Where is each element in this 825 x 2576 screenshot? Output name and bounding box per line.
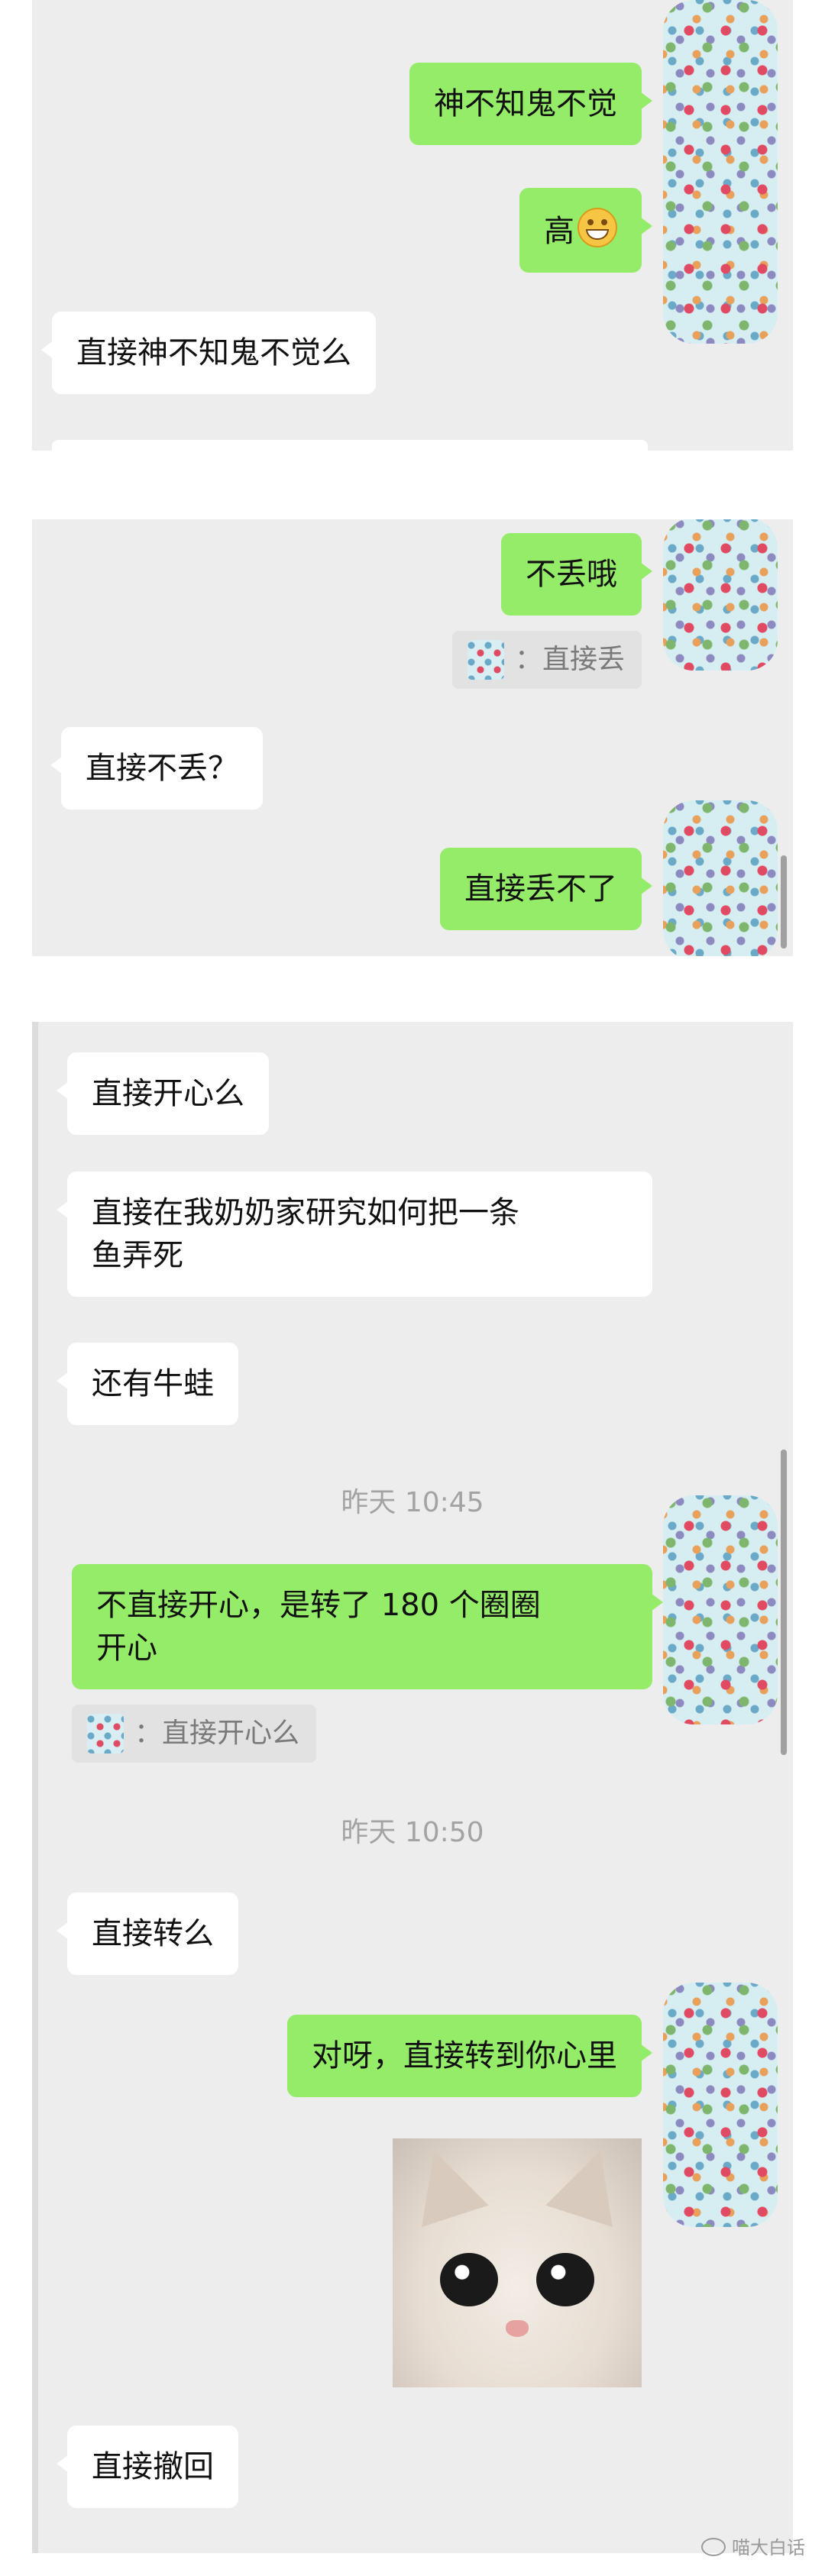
my-avatar[interactable] bbox=[663, 800, 778, 956]
their-message[interactable]: 直接神不知鬼不觉么 bbox=[41, 312, 376, 394]
message-text: 直接转么 bbox=[92, 1916, 214, 1951]
cat-nose bbox=[506, 2320, 529, 2337]
cat-ear bbox=[545, 2139, 634, 2228]
chat-panel-1: 神不知鬼不觉 高 直接神不知鬼不觉么 bbox=[32, 0, 793, 451]
my-message[interactable]: 直接丢不了 bbox=[440, 848, 652, 930]
scrollbar[interactable] bbox=[781, 855, 787, 949]
cat-eye bbox=[536, 2253, 594, 2306]
message-text: 高 bbox=[544, 214, 574, 249]
message-text: 还有牛蛙 bbox=[92, 1366, 214, 1401]
message-text: 直接神不知鬼不觉么 bbox=[76, 335, 351, 370]
my-message[interactable]: 神不知鬼不觉 bbox=[409, 63, 652, 145]
my-avatar[interactable] bbox=[663, 0, 778, 344]
watermark-text: 喵大白话 bbox=[732, 2537, 805, 2558]
scrollbar[interactable] bbox=[781, 1450, 787, 1755]
my-message[interactable]: 不丢哦 bbox=[501, 533, 652, 616]
message-text: 直接不丢？ bbox=[86, 751, 238, 786]
their-message[interactable]: 直接转么 bbox=[57, 1892, 238, 1975]
my-avatar[interactable] bbox=[663, 1495, 778, 1724]
message-line: 直接在我奶奶家研究如何把一条 bbox=[92, 1195, 519, 1230]
quote-text: ：直接丢 bbox=[514, 644, 625, 675]
cat-ear bbox=[400, 2139, 489, 2228]
message-text: 直接撤回 bbox=[92, 2449, 214, 2484]
panel-edge bbox=[32, 1022, 38, 2553]
message-line: 不直接开心，是转了 180 个圈圈 bbox=[96, 1588, 541, 1623]
my-avatar[interactable] bbox=[663, 519, 778, 671]
message-line: 鱼弄死 bbox=[92, 1238, 183, 1273]
quoted-reply[interactable]: ：直接开心么 bbox=[72, 1705, 317, 1763]
wechat-icon bbox=[701, 2538, 726, 2556]
their-message[interactable]: 直接在我奶奶家研究如何把一条 鱼弄死 bbox=[57, 1172, 652, 1297]
my-message[interactable]: 高 bbox=[519, 188, 652, 273]
message-text: 神不知鬼不觉 bbox=[434, 86, 617, 121]
their-message[interactable]: 直接撤回 bbox=[57, 2426, 238, 2508]
message-text: 不丢哦 bbox=[526, 557, 617, 592]
message-text: 直接开心么 bbox=[92, 1076, 244, 1111]
timestamp: 昨天 10:50 bbox=[341, 1817, 484, 1848]
mini-avatar bbox=[467, 640, 504, 680]
quoted-reply[interactable]: ：直接丢 bbox=[451, 631, 642, 689]
their-message[interactable]: 直接开心么 bbox=[57, 1052, 269, 1135]
chat-panel-2: 不丢哦 ：直接丢 直接不丢？ 直接丢不了 bbox=[32, 519, 793, 956]
my-message[interactable]: 对呀，直接转到你心里 bbox=[287, 2015, 652, 2097]
chat-panel-3: 直接开心么 直接在我奶奶家研究如何把一条 鱼弄死 还有牛蛙 昨天 10:45 不… bbox=[32, 1022, 793, 2553]
my-avatar[interactable] bbox=[663, 1983, 778, 2227]
watermark: 喵大白话 bbox=[701, 2532, 805, 2559]
message-text: 直接丢不了 bbox=[464, 871, 617, 907]
message-line: 开心 bbox=[96, 1631, 157, 1666]
message-text: 对呀，直接转到你心里 bbox=[312, 2038, 617, 2073]
cat-sticker-image[interactable] bbox=[393, 2138, 642, 2387]
their-message[interactable]: 还有牛蛙 bbox=[57, 1343, 238, 1425]
their-message[interactable]: 直接不丢？ bbox=[50, 727, 263, 810]
cat-eye bbox=[440, 2253, 498, 2306]
quote-text: ：直接开心么 bbox=[134, 1718, 300, 1749]
my-message[interactable]: 不直接开心，是转了 180 个圈圈 开心 bbox=[72, 1564, 663, 1689]
grin-emoji-icon bbox=[578, 208, 617, 247]
mini-avatar bbox=[87, 1714, 124, 1753]
partial-message bbox=[52, 440, 648, 451]
